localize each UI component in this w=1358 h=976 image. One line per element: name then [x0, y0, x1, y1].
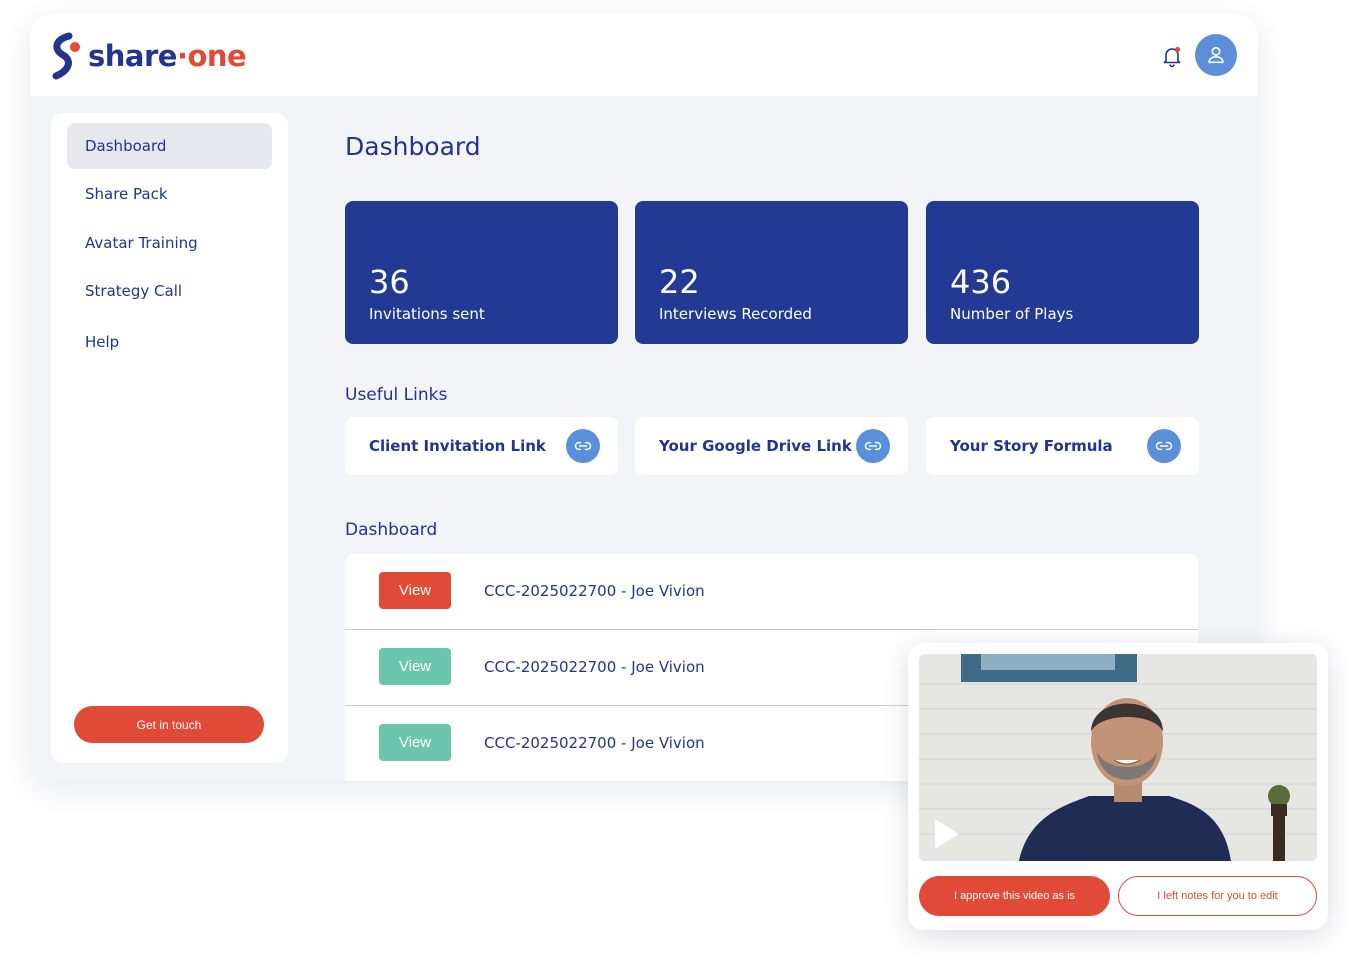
- stat-card-plays: 436 Number of Plays: [926, 201, 1199, 344]
- link-label: Your Story Formula: [950, 437, 1113, 455]
- top-bar: share·one: [30, 14, 1258, 96]
- useful-links-heading: Useful Links: [345, 385, 448, 405]
- sidebar-item-help[interactable]: Help: [67, 319, 272, 365]
- user-avatar-button[interactable]: [1195, 34, 1237, 76]
- video-player[interactable]: [919, 654, 1317, 861]
- logo[interactable]: share·one: [50, 32, 247, 80]
- link-label: Your Google Drive Link: [659, 437, 852, 455]
- stat-value: 36: [369, 263, 410, 301]
- sidebar: Dashboard Share Pack Avatar Training Str…: [51, 113, 288, 763]
- stat-value: 436: [950, 263, 1012, 301]
- table-row: View CCC-2025022700 - Joe Vivion: [345, 554, 1198, 630]
- stat-card-interviews: 22 Interviews Recorded: [635, 201, 908, 344]
- link-label: Client Invitation Link: [369, 437, 546, 455]
- stat-label: Interviews Recorded: [659, 305, 812, 323]
- approve-video-button[interactable]: I approve this video as is: [919, 876, 1110, 916]
- sidebar-item-share-pack[interactable]: Share Pack: [67, 171, 272, 217]
- link-card-google-drive[interactable]: Your Google Drive Link: [635, 417, 908, 475]
- stat-label: Invitations sent: [369, 305, 485, 323]
- sidebar-item-avatar-training[interactable]: Avatar Training: [67, 220, 272, 266]
- stat-value: 22: [659, 263, 700, 301]
- link-icon[interactable]: [1147, 429, 1181, 463]
- logo-mark-icon: [52, 32, 80, 80]
- bell-icon[interactable]: [1160, 44, 1184, 68]
- page-title: Dashboard: [345, 132, 481, 161]
- sidebar-item-dashboard[interactable]: Dashboard: [67, 123, 272, 169]
- link-icon[interactable]: [566, 429, 600, 463]
- row-title: CCC-2025022700 - Joe Vivion: [484, 658, 705, 676]
- view-button[interactable]: View: [379, 572, 451, 609]
- video-thumbnail: [919, 654, 1317, 861]
- sidebar-item-label: Help: [85, 333, 120, 351]
- row-title: CCC-2025022700 - Joe Vivion: [484, 582, 705, 600]
- video-review-card: I approve this video as is I left notes …: [908, 643, 1328, 930]
- stat-card-invitations: 36 Invitations sent: [345, 201, 618, 344]
- stat-label: Number of Plays: [950, 305, 1074, 323]
- sidebar-item-label: Dashboard: [85, 137, 167, 155]
- dashboard-table-heading: Dashboard: [345, 520, 438, 540]
- get-in-touch-button[interactable]: Get in touch: [74, 706, 264, 743]
- view-button[interactable]: View: [379, 648, 451, 685]
- user-icon: [1208, 46, 1224, 64]
- view-button[interactable]: View: [379, 724, 451, 761]
- link-icon[interactable]: [856, 429, 890, 463]
- sidebar-item-label: Avatar Training: [85, 234, 198, 252]
- row-title: CCC-2025022700 - Joe Vivion: [484, 734, 705, 752]
- left-notes-button[interactable]: I left notes for you to edit: [1118, 876, 1317, 916]
- sidebar-item-label: Share Pack: [85, 185, 168, 203]
- link-card-client-invitation[interactable]: Client Invitation Link: [345, 417, 618, 475]
- link-card-story-formula[interactable]: Your Story Formula: [926, 417, 1199, 475]
- sidebar-item-strategy-call[interactable]: Strategy Call: [67, 268, 272, 314]
- play-icon[interactable]: [933, 819, 959, 849]
- logo-text: share·one: [88, 39, 247, 73]
- sidebar-item-label: Strategy Call: [85, 282, 183, 300]
